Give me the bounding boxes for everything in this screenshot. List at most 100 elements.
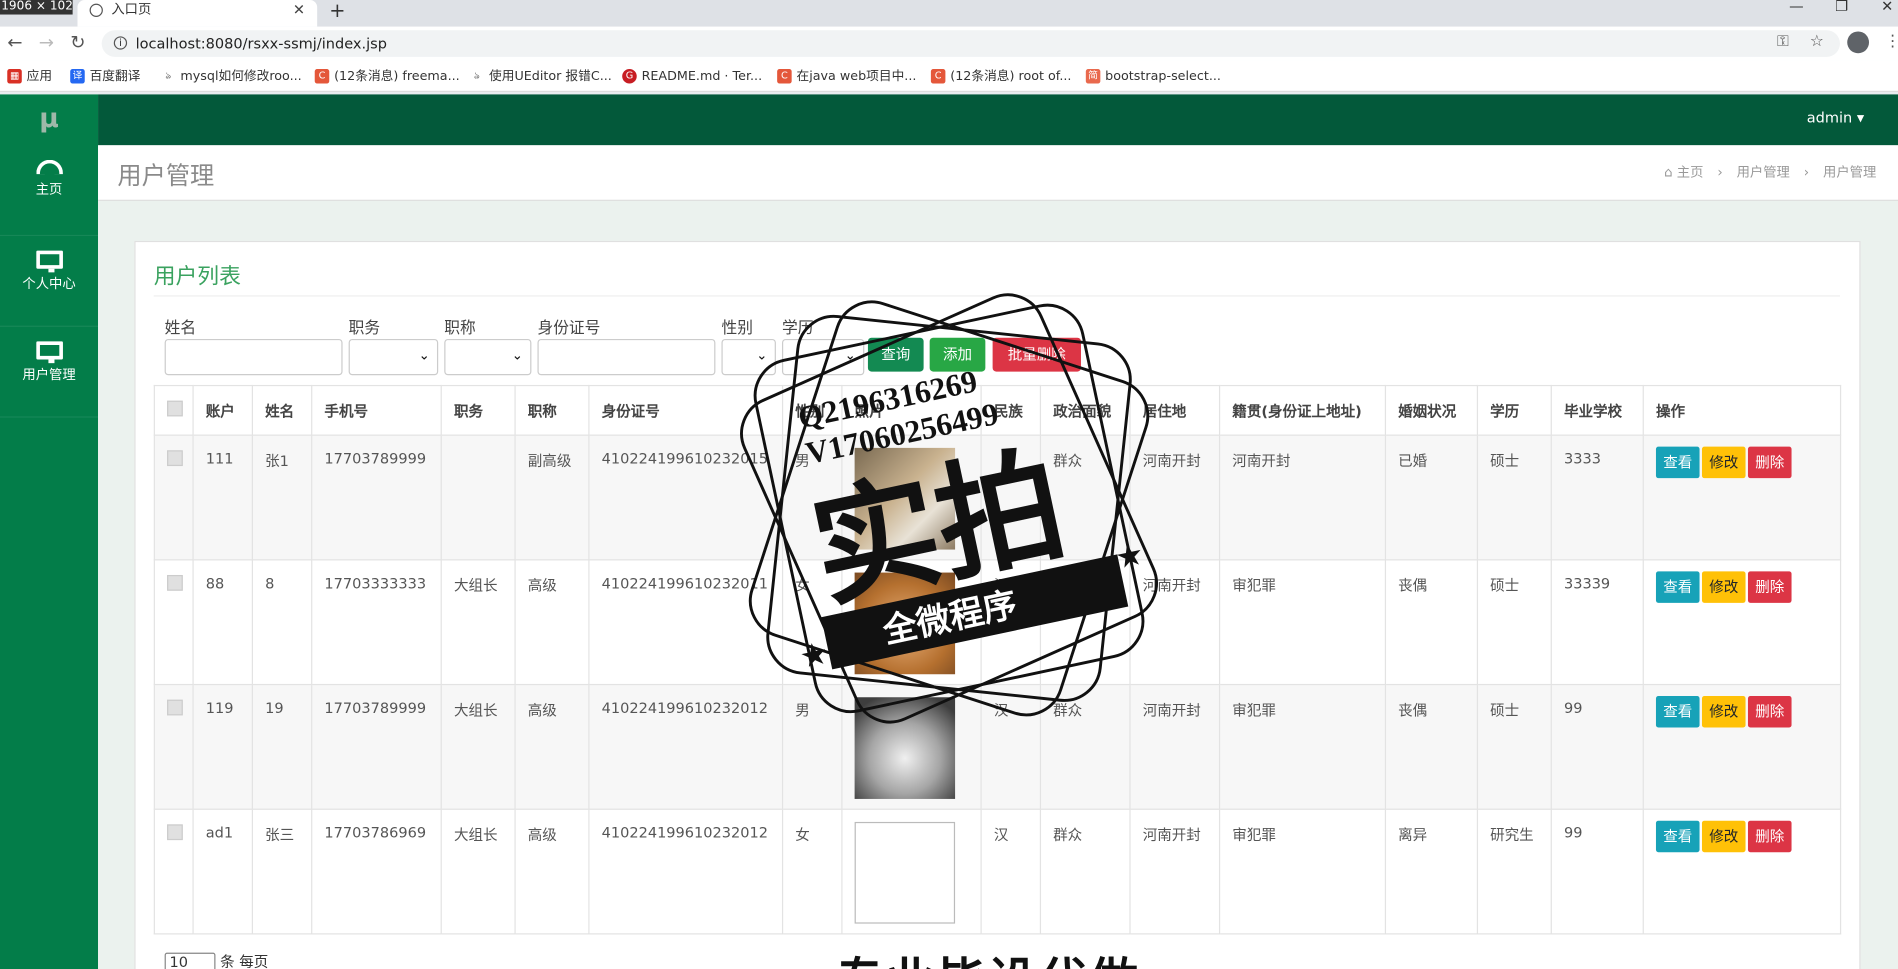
cell-name: 8 (251, 559, 313, 686)
idcard-filter-input[interactable] (537, 338, 716, 376)
row-select-cell (153, 434, 194, 561)
cell-name: 19 (251, 683, 313, 810)
cell-residence: 河南开封 (1129, 559, 1221, 686)
bookmark-item[interactable]: ঌ mysql如何修改roo... (161, 61, 301, 92)
name-filter-input[interactable] (164, 338, 343, 376)
view-button[interactable]: 查看 (1655, 446, 1700, 479)
cell-idcard: 410224199610232012 (588, 808, 784, 935)
user-menu[interactable]: admin ▾ (1807, 94, 1864, 140)
row-checkbox[interactable] (167, 699, 183, 716)
column-header: 民族 (980, 384, 1042, 436)
cell-political: 群众 (1039, 808, 1131, 935)
view-button[interactable]: 查看 (1655, 820, 1700, 853)
restore-icon[interactable]: ❐ (1835, 0, 1848, 15)
key-icon[interactable]: ⚿ (1777, 33, 1789, 51)
browser-menu-icon[interactable]: ⋮ (1885, 33, 1898, 51)
breadcrumb: ⌂ 主页 › 用户管理 › 用户管理 (1664, 162, 1876, 181)
delete-button[interactable]: 删除 (1747, 820, 1792, 853)
row-checkbox[interactable] (167, 574, 183, 591)
column-header: 性别 (781, 384, 843, 436)
query-button[interactable]: 查询 (867, 337, 924, 372)
bookmark-item[interactable]: C (12条消息) root of... (930, 61, 1072, 92)
duty-filter-select[interactable]: ⌄ (348, 338, 439, 376)
bookmark-star-icon[interactable]: ☆ (1810, 33, 1824, 51)
photo-cell (841, 434, 982, 561)
app-logo[interactable]: μ (0, 94, 98, 145)
rank-filter-select[interactable]: ⌄ (444, 338, 532, 376)
cell-idcard: 410224199610232012 (588, 683, 784, 810)
sidebar-item-users[interactable]: 用户管理 (0, 341, 99, 418)
bookmark-item[interactable]: G README.md · Ter... (622, 61, 762, 92)
new-tab-button[interactable]: + (329, 0, 345, 22)
sidebar-item-label: 个人中心 (22, 275, 76, 292)
bookmark-label: (12条消息) root of... (950, 68, 1072, 84)
breadcrumb-level1[interactable]: 用户管理 (1737, 165, 1790, 181)
reload-icon[interactable]: ↻ (70, 31, 85, 53)
sidebar-item-label: 用户管理 (22, 366, 76, 383)
chevron-down-icon: ⌄ (756, 347, 768, 364)
column-header: 籍贯(身份证上地址) (1218, 384, 1387, 436)
cell-gender: 男 (781, 434, 843, 561)
cell-account: 88 (192, 559, 253, 686)
gender-filter-label: 性别 (721, 319, 753, 338)
cell-origin: 河南开封 (1218, 434, 1387, 561)
bookmark-item[interactable]: 简 bootstrap-select... (1085, 61, 1221, 92)
page-title: 用户管理 (117, 160, 215, 191)
sidebar-item-profile[interactable]: 个人中心 (0, 250, 99, 327)
forward-arrow-icon[interactable]: → (39, 31, 54, 53)
bookmark-item[interactable]: 译百度翻译 (70, 61, 140, 92)
cell-phone: 17703789999 (311, 434, 442, 561)
view-button[interactable]: 查看 (1655, 571, 1700, 603)
column-header: 照片 (841, 384, 982, 436)
edit-button[interactable]: 修改 (1701, 446, 1746, 479)
sidebar-item-home[interactable]: 主页 (0, 159, 99, 237)
page-size-suffix: 条 每页 (220, 953, 269, 969)
edit-button[interactable]: 修改 (1701, 571, 1746, 603)
browser-tab[interactable]: 入口页 ✕ (77, 0, 318, 27)
delete-button[interactable]: 删除 (1747, 571, 1792, 603)
bookmark-item[interactable]: C 在java web项目中... (777, 61, 916, 92)
cell-political: 群众 (1039, 434, 1131, 561)
url-field[interactable]: i localhost:8080/rsxx-ssmj/index.jsp (101, 30, 1840, 57)
bookmark-item[interactable]: ঌ 使用UEditor 报错C... (470, 61, 612, 92)
window-close-icon[interactable]: ✕ (1881, 0, 1893, 15)
bookmark-item[interactable]: ▦ 应用 (7, 61, 52, 92)
back-arrow-icon[interactable]: ← (7, 31, 22, 53)
duty-filter-label: 职务 (348, 319, 381, 338)
delete-button[interactable]: 删除 (1747, 696, 1792, 728)
view-button[interactable]: 查看 (1655, 696, 1700, 728)
cell-rank: 高级 (514, 808, 590, 935)
tab-close-icon[interactable]: ✕ (293, 0, 305, 19)
breadcrumb-home[interactable]: 主页 (1677, 165, 1704, 181)
edit-button[interactable]: 修改 (1701, 696, 1746, 728)
row-checkbox[interactable] (167, 824, 183, 841)
edu-filter-select[interactable]: ⌄ (781, 338, 865, 376)
cell-marital: 已婚 (1384, 434, 1479, 561)
actions-cell: 查看 修改 删除 (1642, 808, 1842, 935)
delete-button[interactable]: 删除 (1747, 446, 1792, 479)
breadcrumb-separator: › (1803, 164, 1810, 181)
cell-idcard: 410224199610232015 (588, 434, 784, 561)
row-checkbox[interactable] (167, 450, 183, 467)
site-info-icon[interactable]: i (113, 36, 128, 50)
edit-button[interactable]: 修改 (1701, 820, 1746, 853)
url-text: localhost:8080/rsxx-ssmj/index.jsp (135, 35, 387, 53)
select-all-checkbox[interactable] (167, 400, 183, 417)
rank-filter-label: 职称 (444, 319, 476, 338)
table-row: 119 19 17703789999 大组长 高级 410224199610232012 男… (153, 683, 1842, 810)
gender-filter-select[interactable]: ⌄ (721, 338, 776, 376)
monitor-icon (35, 250, 63, 273)
cell-gender: 男 (781, 683, 843, 810)
add-button[interactable]: 添加 (929, 337, 986, 372)
page-size-select[interactable]: 10 (164, 952, 216, 969)
gitee-icon: G (622, 68, 637, 84)
profile-avatar-icon[interactable] (1847, 31, 1870, 54)
bookmark-item[interactable]: C (12条消息) freema... (314, 61, 460, 92)
cell-political: 群众 (1039, 559, 1131, 686)
batch-delete-button[interactable]: 批量删除 (992, 337, 1081, 372)
column-header: 身份证号 (588, 384, 784, 436)
minimize-icon[interactable]: — (1789, 0, 1804, 15)
idcard-filter-label: 身份证号 (537, 319, 601, 338)
table-row: 111 张1 17703789999 副高级 410224199610232015 男 群众… (153, 434, 1842, 561)
cell-origin: 审犯罪 (1218, 683, 1387, 810)
